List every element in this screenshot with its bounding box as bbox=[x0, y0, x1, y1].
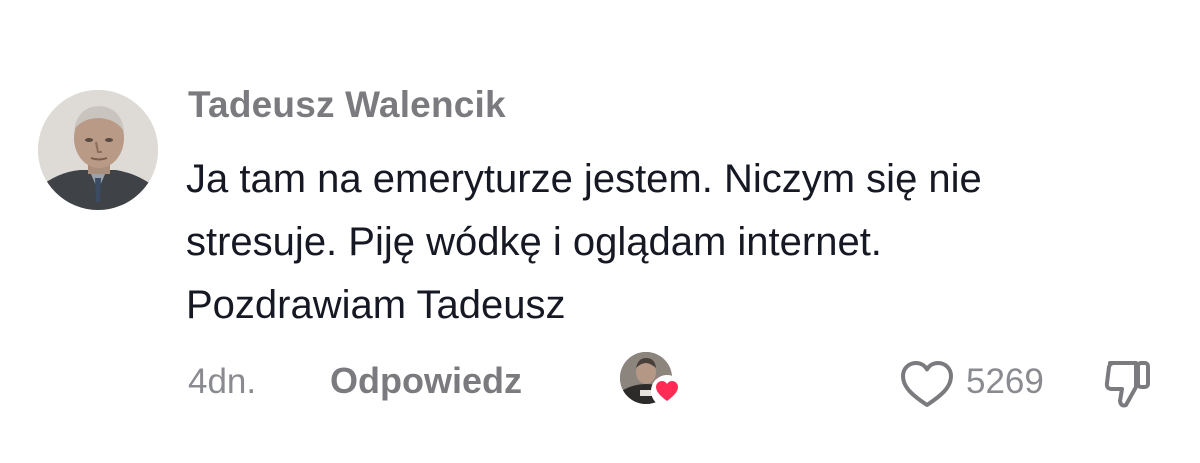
heart-outline-icon[interactable] bbox=[898, 358, 956, 410]
creator-liked-heart-icon bbox=[650, 374, 684, 408]
comment-author-name[interactable]: Tadeusz Walencik bbox=[188, 84, 506, 126]
comment-date: 4dn. bbox=[188, 362, 257, 401]
comment-item: Tadeusz Walencik Ja tam na emeryturze je… bbox=[0, 0, 1200, 463]
like-count: 5269 bbox=[966, 362, 1044, 401]
reply-button[interactable]: Odpowiedz bbox=[330, 360, 522, 402]
avatar-photo-icon bbox=[38, 90, 158, 210]
comment-text-line: Pozdrawiam Tadeusz bbox=[186, 283, 566, 327]
comment-text-line: stresuje. Piję wódkę i oglądam internet. bbox=[186, 220, 882, 264]
avatar[interactable] bbox=[38, 90, 158, 210]
comment-text-line: Ja tam na emeryturze jestem. Niczym się … bbox=[186, 157, 982, 201]
comment-text: Ja tam na emeryturze jestem. Niczym się … bbox=[186, 148, 1166, 337]
creator-liked-badge[interactable] bbox=[620, 352, 686, 412]
thumbs-down-icon[interactable] bbox=[1102, 357, 1154, 411]
